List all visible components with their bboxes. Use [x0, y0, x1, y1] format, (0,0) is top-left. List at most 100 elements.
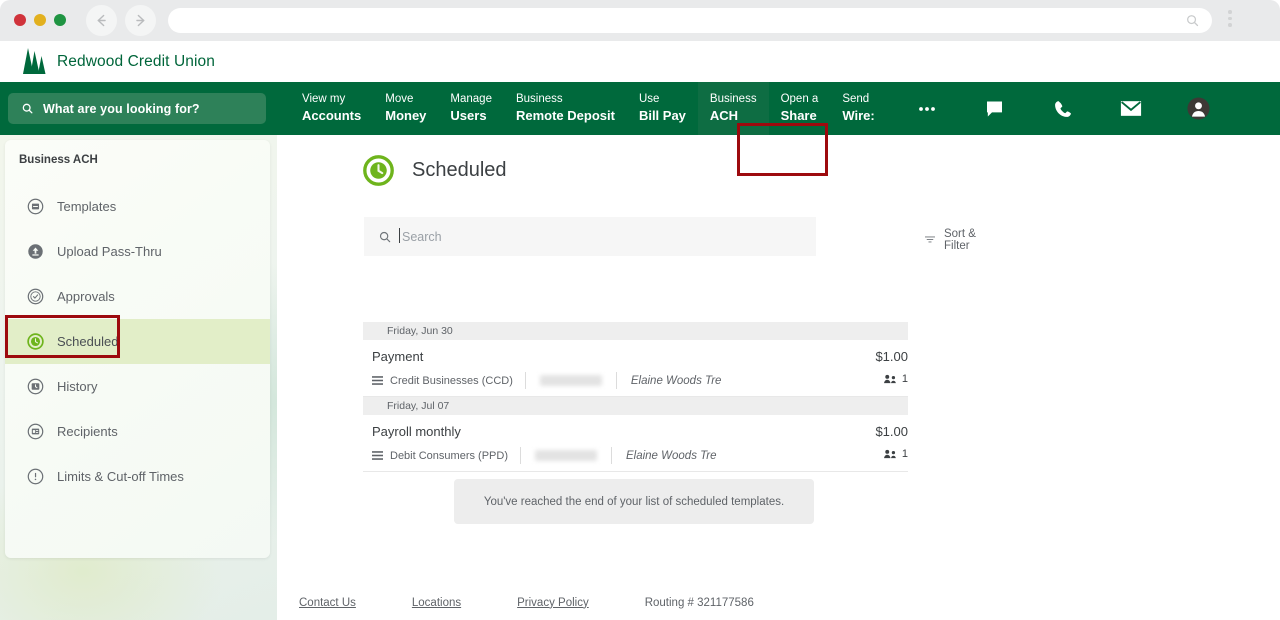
sidebar-item-recipients[interactable]: Recipients [5, 409, 270, 454]
sidebar-item-label: Templates [57, 199, 117, 214]
table-row[interactable]: Payment Credit Businesses (CCD) Elaine W… [363, 340, 908, 397]
search-input[interactable]: Search [364, 217, 816, 256]
sidebar-background: Business ACH Templates Upload Pass-Thru … [0, 135, 277, 620]
search-icon [22, 103, 33, 114]
transaction-meta: Credit Businesses (CCD) Elaine Woods Tre [372, 372, 908, 389]
sort-and-filter-label: Sort & Filter [943, 228, 976, 252]
nav-item-line1: Use [638, 92, 660, 105]
nav-item-line1: Send [842, 92, 870, 105]
browser-menu-button[interactable] [1228, 10, 1232, 27]
nav-item-line2: Wire: [842, 108, 875, 124]
nav-item-line2: Bill Pay [638, 108, 686, 124]
transaction-kind: Debit Consumers (PPD) [372, 450, 520, 462]
user-avatar-icon [1187, 97, 1210, 120]
search-and-filter-row: Search Sort & Filter [364, 217, 996, 256]
mail-icon [1120, 101, 1141, 116]
nav-item-line1: Business [515, 92, 563, 105]
nav-item-business-remote-deposit[interactable]: Business Remote Deposit [504, 82, 627, 135]
nav-item-line2: Remote Deposit [515, 108, 615, 124]
transaction-meta: Debit Consumers (PPD) Elaine Woods Tre [372, 447, 908, 464]
card-circle-icon [27, 423, 44, 440]
transaction-kind: Credit Businesses (CCD) [372, 375, 525, 387]
user-account-button[interactable] [1165, 82, 1233, 135]
table-row[interactable]: Payroll monthly Debit Consumers (PPD) El… [363, 415, 908, 472]
list-lines-icon [372, 376, 383, 385]
sidebar-item-label: Approvals [57, 289, 115, 304]
nav-item-business-ach[interactable]: Business ACH [697, 82, 769, 135]
nav-item-use-bill-pay[interactable]: Use Bill Pay [627, 82, 698, 135]
more-options-button[interactable] [893, 82, 961, 135]
transaction-name: Payment [372, 349, 424, 364]
people-icon [883, 374, 896, 383]
site-search-placeholder: What are you looking for? [43, 101, 200, 116]
sidebar-item-label: Limits & Cut-off Times [57, 469, 184, 484]
redacted-account-field [539, 375, 602, 386]
transaction-kind-label: Debit Consumers (PPD) [390, 449, 508, 462]
nav-item-view-my-accounts[interactable]: View my Accounts [290, 82, 373, 135]
site-header: Redwood Credit Union [0, 41, 1280, 82]
sidebar-item-upload-pass-thru[interactable]: Upload Pass-Thru [5, 229, 270, 274]
nav-item-line2: Money [385, 108, 427, 124]
forward-button[interactable] [125, 5, 156, 36]
nav-item-move-money[interactable]: Move Money [373, 82, 438, 135]
minimize-window-button[interactable] [34, 14, 46, 26]
nav-item-line2: ACH [709, 108, 739, 124]
url-bar[interactable] [168, 8, 1212, 33]
nav-item-manage-users[interactable]: Manage Users [438, 82, 504, 135]
history-circle-icon [27, 378, 44, 395]
transaction-recipient-count: 1 [883, 373, 908, 385]
chat-icon [987, 101, 1003, 116]
browser-navigation [86, 5, 156, 36]
chat-button[interactable] [961, 82, 1029, 135]
meta-divider [519, 447, 521, 464]
sidebar-title: Business ACH [19, 154, 98, 166]
nav-item-open-a-share[interactable]: Open a Share [769, 82, 831, 135]
sidebar-item-history[interactable]: History [5, 364, 270, 409]
footer-link-contact-us[interactable]: Contact Us [299, 597, 356, 609]
brand-logo[interactable]: Redwood Credit Union [22, 47, 215, 77]
close-window-button[interactable] [14, 14, 26, 26]
sort-and-filter-button[interactable]: Sort & Filter [924, 228, 996, 252]
sidebar-item-label: Upload Pass-Thru [57, 244, 162, 259]
kebab-dot [1228, 16, 1232, 20]
nav-utility-icons [893, 82, 1233, 135]
kebab-dot [1228, 10, 1232, 14]
nav-item-line1: View my [302, 92, 346, 105]
filter-icon [924, 236, 935, 243]
content-area: Business ACH Templates Upload Pass-Thru … [0, 135, 1280, 620]
maximize-window-button[interactable] [54, 14, 66, 26]
sidebar-item-approvals[interactable]: Approvals [5, 274, 270, 319]
nav-item-line2: Accounts [302, 108, 362, 124]
nav-item-line1: Manage [450, 92, 492, 105]
info-circle-icon [27, 468, 44, 485]
text-caret [399, 227, 400, 243]
page-footer: Contact Us Locations Privacy Policy Rout… [277, 585, 1280, 620]
footer-link-locations[interactable]: Locations [412, 597, 461, 609]
mail-button[interactable] [1097, 82, 1165, 135]
page-title: Scheduled [412, 159, 507, 181]
web-page: Redwood Credit Union What are you lookin… [0, 41, 1280, 620]
nav-item-line1: Move [385, 92, 414, 105]
transaction-party: Elaine Woods Tre [625, 449, 717, 462]
recipient-count-value: 1 [901, 373, 908, 385]
sidebar-panel: Business ACH Templates Upload Pass-Thru … [5, 140, 270, 558]
sidebar-item-limits-cutoff-times[interactable]: Limits & Cut-off Times [5, 454, 270, 499]
phone-button[interactable] [1029, 82, 1097, 135]
list-circle-icon [27, 198, 44, 215]
redwood-tree-logo [23, 47, 46, 74]
sidebar-item-templates[interactable]: Templates [5, 184, 270, 229]
sidebar-item-scheduled[interactable]: Scheduled [5, 319, 270, 364]
site-search-input[interactable]: What are you looking for? [8, 93, 266, 124]
transaction-name: Payroll monthly [372, 424, 461, 439]
footer-link-privacy-policy[interactable]: Privacy Policy [517, 597, 589, 609]
nav-item-send-wires[interactable]: Send Wire: [830, 82, 886, 135]
back-button[interactable] [86, 5, 117, 36]
clock-circle-icon [363, 155, 394, 186]
search-placeholder: Search [399, 227, 442, 244]
nav-item-line2: Users [450, 108, 487, 124]
clock-circle-icon [27, 333, 44, 350]
window-controls [14, 14, 66, 26]
nav-item-line1: Open a [780, 92, 819, 105]
date-group-header: Friday, Jun 30 [363, 322, 908, 340]
transaction-recipient-count: 1 [883, 448, 908, 460]
